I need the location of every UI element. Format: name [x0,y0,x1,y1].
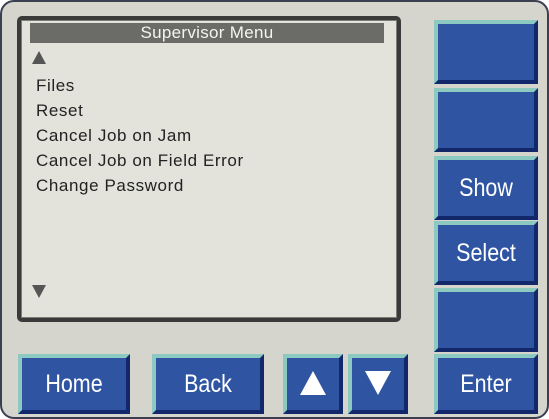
home-button-label: Home [45,370,103,398]
arrow-down-icon [365,371,391,395]
select-button[interactable]: Select [434,221,538,285]
scroll-up-indicator-icon [32,51,46,64]
arrow-up-icon [300,371,326,395]
menu-item-change-password[interactable]: Change Password [36,173,244,198]
menu-item-files[interactable]: Files [36,73,244,98]
back-button[interactable]: Back [152,354,264,414]
home-button[interactable]: Home [18,354,130,414]
scroll-down-button[interactable] [348,354,408,414]
show-button[interactable]: Show [434,156,538,220]
soft-key-1-button[interactable] [434,20,538,84]
enter-button[interactable]: Enter [434,354,538,414]
select-button-label: Select [456,239,516,267]
menu-item-cancel-job-on-field-error[interactable]: Cancel Job on Field Error [36,148,244,173]
show-button-label: Show [459,174,513,202]
menu-list: Files Reset Cancel Job on Jam Cancel Job… [36,73,244,198]
scroll-up-button[interactable] [283,354,343,414]
soft-key-2-button[interactable] [434,88,538,152]
menu-title: Supervisor Menu [30,23,384,43]
enter-button-label: Enter [460,370,512,398]
lcd-display: Supervisor Menu Files Reset Cancel Job o… [17,16,401,322]
back-button-label: Back [184,370,232,398]
scroll-down-indicator-icon [32,285,46,298]
control-panel: Supervisor Menu Files Reset Cancel Job o… [0,0,549,419]
soft-key-5-button[interactable] [434,288,538,352]
menu-item-cancel-job-on-jam[interactable]: Cancel Job on Jam [36,123,244,148]
menu-item-reset[interactable]: Reset [36,98,244,123]
menu-screen: Supervisor Menu Files Reset Cancel Job o… [26,23,392,313]
